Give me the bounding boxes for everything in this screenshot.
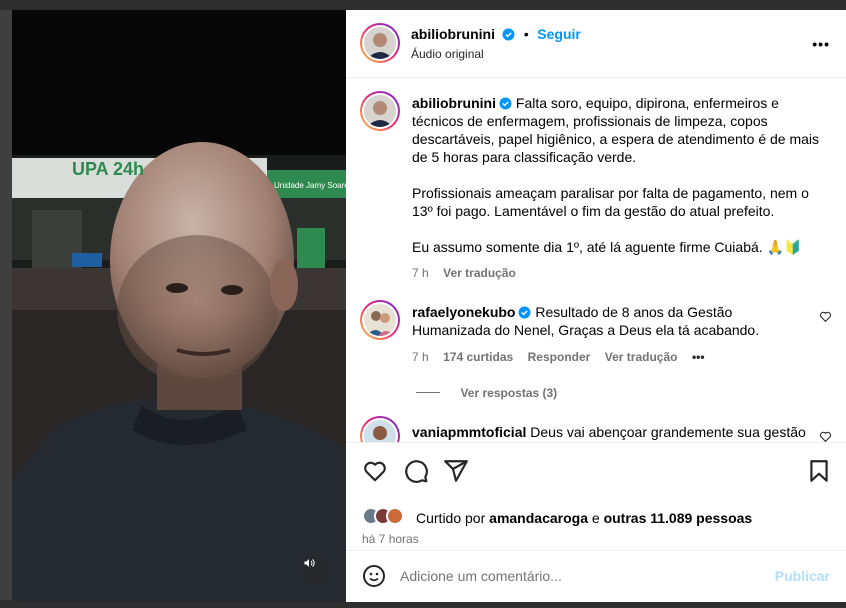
action-bar: Curtido por amandacaroga e outras 11.089… <box>346 442 846 550</box>
post-timestamp[interactable]: há 7 horas <box>362 532 419 546</box>
verified-badge-icon <box>519 306 531 319</box>
more-options-icon[interactable]: ••• <box>812 36 830 52</box>
author-avatar[interactable] <box>360 23 400 63</box>
caption-para-3: Eu assumo somente dia 1º, até lá aguente… <box>412 239 802 255</box>
save-icon[interactable] <box>806 458 832 484</box>
likes-summary: Curtido por amandacaroga e outras 11.089… <box>416 510 752 526</box>
post-video[interactable]: UPA 24h Unidade Jamy Soares Ra <box>12 10 346 602</box>
likes-others[interactable]: outras 11.089 pessoas <box>604 510 753 526</box>
comment-avatar-image <box>364 420 396 442</box>
comment-meta: 7 h 174 curtidas Responder Ver tradução … <box>412 348 705 366</box>
comment-avatar[interactable] <box>360 300 400 340</box>
video-frame: UPA 24h Unidade Jamy Soares Ra <box>12 10 346 602</box>
liker-avatar <box>386 507 404 525</box>
share-icon[interactable] <box>443 458 469 484</box>
comment-more-icon[interactable]: ••• <box>692 350 705 364</box>
caption-username[interactable]: abiliobrunini <box>412 95 496 111</box>
liked-by-user[interactable]: amandacaroga <box>489 510 588 526</box>
speaker-icon <box>304 559 315 567</box>
background-strip-top <box>0 0 846 10</box>
comment-username[interactable]: rafaelyonekubo <box>412 304 515 320</box>
view-replies[interactable]: Ver respostas (3) <box>416 384 557 402</box>
post-header: abiliobrunini • Seguir Áudio original ••… <box>346 10 846 78</box>
view-replies-label[interactable]: Ver respostas (3) <box>460 386 557 400</box>
replies-line <box>416 392 440 394</box>
mute-button[interactable] <box>303 557 329 583</box>
caption-time[interactable]: 7 h <box>412 266 429 280</box>
comment-avatar-image <box>364 304 396 336</box>
emoji-icon[interactable] <box>362 564 386 588</box>
comment-avatar[interactable] <box>360 416 400 442</box>
caption-avatar-image <box>364 95 396 127</box>
video-sign-brand: UPA 24h <box>72 159 144 179</box>
comment-like-icon[interactable] <box>819 430 832 442</box>
comment-like-icon[interactable] <box>819 310 832 323</box>
liked-by-avatars[interactable] <box>362 505 416 527</box>
author-username[interactable]: abiliobrunini <box>411 26 495 42</box>
comment-username[interactable]: vaniapmmtoficial <box>412 424 526 440</box>
comment-translate-button[interactable]: Ver tradução <box>605 350 678 364</box>
verified-badge-icon <box>502 28 515 41</box>
likes-prefix: Curtido por <box>416 510 490 526</box>
dot-separator: • <box>523 26 529 42</box>
caption-para-1: abiliobrunini Falta soro, equipo, dipiro… <box>412 94 822 166</box>
comment-input[interactable] <box>400 565 750 587</box>
comment-icon[interactable] <box>403 458 429 484</box>
video-sign-unit: Unidade Jamy Soares Ra <box>274 181 346 190</box>
author-avatar-image <box>364 27 396 59</box>
likes-middle: e <box>587 510 604 526</box>
comment-likes-count[interactable]: 174 curtidas <box>443 350 513 364</box>
post-panel: abiliobrunini • Seguir Áudio original ••… <box>346 10 846 602</box>
reply-button[interactable]: Responder <box>528 350 591 364</box>
add-comment-bar: Publicar <box>346 550 846 602</box>
comments-list: abiliobrunini Falta soro, equipo, dipiro… <box>346 79 846 442</box>
verified-badge-icon <box>499 97 512 110</box>
caption-meta: 7 h Ver tradução <box>412 264 822 282</box>
comment-time[interactable]: 7 h <box>412 350 429 364</box>
like-icon[interactable] <box>362 458 388 484</box>
caption-avatar[interactable] <box>360 91 400 131</box>
caption-translate-button[interactable]: Ver tradução <box>443 266 516 280</box>
caption-para-2: Profissionais ameaçam paralisar por falt… <box>412 185 809 219</box>
publish-button[interactable]: Publicar <box>775 568 830 584</box>
audio-label[interactable]: Áudio original <box>411 47 484 61</box>
comment-text: Deus vai abençoar grandemente sua gestão <box>530 424 806 440</box>
follow-button[interactable]: Seguir <box>537 26 581 42</box>
